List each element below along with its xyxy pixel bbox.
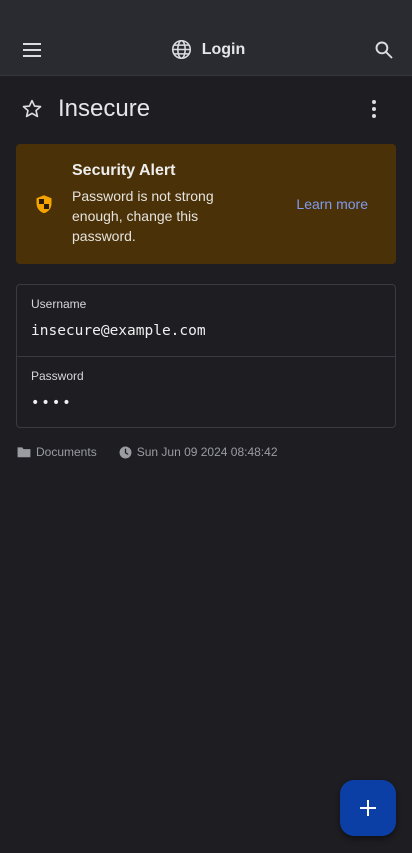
search-icon (375, 41, 393, 58)
item-title: Insecure (58, 95, 151, 122)
app-bar-title: Login (171, 39, 246, 60)
plus-icon (360, 800, 376, 816)
more-vert-icon (372, 100, 376, 118)
app-bar-title-text: Login (201, 40, 246, 58)
username-field[interactable]: Username insecure@example.com (17, 285, 395, 356)
password-value[interactable]: •••• (31, 395, 381, 411)
menu-button[interactable] (20, 38, 44, 62)
modified-info: Sun Jun 09 2024 08:48:42 (119, 445, 278, 459)
folder-info: Documents (17, 445, 97, 459)
username-value[interactable]: insecure@example.com (31, 323, 381, 339)
alert-title: Security Alert (72, 162, 176, 179)
folder-icon (17, 447, 31, 458)
clock-icon (119, 446, 132, 458)
star-outline-icon (22, 99, 42, 118)
folder-name: Documents (36, 445, 97, 459)
security-alert: Security Alert Password is not strong en… (16, 144, 396, 264)
modified-date: Sun Jun 09 2024 08:48:42 (136, 445, 278, 459)
alert-message: Password is not strong enough, change th… (72, 188, 214, 244)
password-field[interactable]: Password •••• (17, 356, 395, 427)
more-options-button[interactable] (362, 97, 386, 121)
shield-alert-icon (36, 195, 52, 214)
search-button[interactable] (372, 38, 396, 62)
menu-icon (23, 42, 41, 57)
app-bar: Login (0, 24, 412, 76)
item-header: Insecure (0, 76, 412, 142)
password-label: Password (31, 369, 84, 383)
favorite-button[interactable] (20, 97, 44, 121)
status-bar (0, 0, 412, 24)
add-item-button[interactable] (340, 780, 396, 836)
username-label: Username (31, 297, 87, 311)
globe-icon (171, 39, 191, 60)
credentials-card: Username insecure@example.com Password •… (16, 284, 396, 428)
item-meta: Documents Sun Jun 09 2024 08:48:42 (17, 445, 412, 459)
learn-more-link[interactable]: Learn more (296, 196, 368, 212)
